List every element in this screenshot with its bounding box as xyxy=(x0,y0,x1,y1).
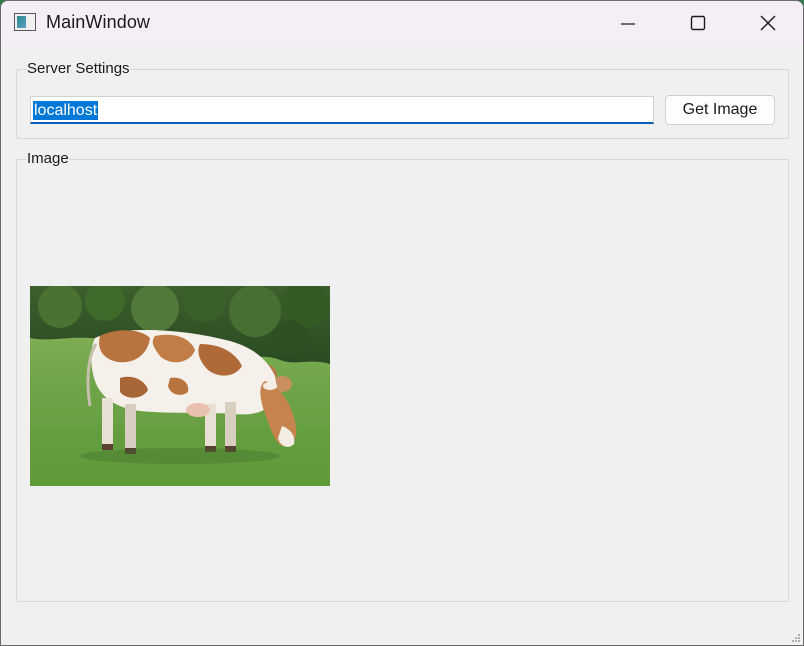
maximize-icon xyxy=(690,15,706,31)
client-area: Server Settings localhost Get Image Imag… xyxy=(1,45,803,645)
image-group: Image xyxy=(16,151,789,602)
main-window: MainWindow Server Settings localhost Get… xyxy=(0,0,804,646)
title-bar[interactable]: MainWindow xyxy=(1,1,803,45)
get-image-button[interactable]: Get Image xyxy=(665,95,775,125)
minimize-button[interactable] xyxy=(593,1,663,45)
host-input-value: localhost xyxy=(33,101,99,120)
app-icon xyxy=(14,13,36,31)
minimize-icon xyxy=(621,23,635,25)
grazing-cow-photo xyxy=(30,286,330,486)
image-group-title: Image xyxy=(27,150,69,167)
server-settings-title: Server Settings xyxy=(27,60,130,77)
server-settings-group: Server Settings localhost Get Image xyxy=(16,61,789,139)
host-input[interactable]: localhost xyxy=(30,96,654,124)
window-title: MainWindow xyxy=(46,12,151,32)
maximize-button[interactable] xyxy=(663,1,733,45)
close-button[interactable] xyxy=(733,1,803,45)
close-icon xyxy=(760,15,776,31)
resize-grip-icon[interactable] xyxy=(791,633,801,643)
